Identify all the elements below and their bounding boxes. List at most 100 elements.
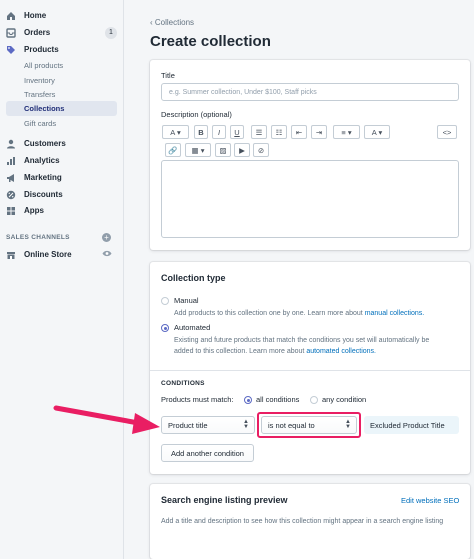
breadcrumb[interactable]: ‹ Collections bbox=[150, 18, 194, 27]
sidebar-item-label: Online Store bbox=[24, 250, 72, 259]
font-icon: A ▾ bbox=[170, 127, 181, 137]
breadcrumb-label: Collections bbox=[154, 18, 195, 27]
underline-icon: U bbox=[234, 127, 240, 137]
apps-icon bbox=[7, 206, 15, 215]
collection-type-heading: Collection type bbox=[161, 273, 226, 283]
bulleted-list-button[interactable]: ☰ bbox=[251, 125, 267, 139]
seo-help: Add a title and description to see how t… bbox=[161, 518, 444, 525]
underline-button[interactable]: U bbox=[230, 125, 244, 139]
all-conditions-radio[interactable] bbox=[244, 396, 252, 404]
sidebar-item-products[interactable]: Products bbox=[6, 42, 117, 57]
eye-icon[interactable] bbox=[102, 250, 112, 257]
sidebar-item-inventory[interactable]: Inventory bbox=[6, 73, 117, 88]
video-icon: ▶ bbox=[239, 145, 245, 155]
add-sales-channel-icon[interactable]: + bbox=[102, 233, 111, 242]
sidebar-item-customers[interactable]: Customers bbox=[6, 136, 117, 151]
add-condition-button[interactable]: Add another condition bbox=[161, 444, 254, 462]
sidebar-item-label: Customers bbox=[24, 139, 66, 148]
sidebar-item-label: Analytics bbox=[24, 156, 60, 165]
sidebar-item-label: Gift cards bbox=[24, 119, 57, 128]
sidebar: Home Orders 1 Products All products Inve… bbox=[0, 0, 124, 559]
annotation-arrow bbox=[53, 405, 160, 434]
bold-button[interactable]: B bbox=[194, 125, 208, 139]
orders-count-badge: 1 bbox=[105, 26, 117, 39]
sidebar-item-analytics[interactable]: Analytics bbox=[6, 153, 117, 168]
sidebar-item-marketing[interactable]: Marketing bbox=[6, 170, 117, 185]
conditions-divider bbox=[150, 370, 470, 371]
show-html-button[interactable]: <> bbox=[437, 125, 457, 139]
match-label: Products must match: bbox=[161, 395, 234, 404]
sidebar-item-transfers[interactable]: Transfers bbox=[6, 87, 117, 102]
insert-table-dropdown[interactable]: ▦ ▾ bbox=[185, 143, 211, 157]
conditions-heading: CONDITIONS bbox=[161, 380, 205, 387]
seo-heading: Search engine listing preview bbox=[161, 495, 288, 505]
clear-formatting-button[interactable]: ⊘ bbox=[253, 143, 269, 157]
sidebar-item-label: Collections bbox=[24, 104, 65, 113]
bold-icon: B bbox=[198, 127, 204, 137]
bar-chart-icon bbox=[7, 156, 15, 165]
sidebar-item-gift-cards[interactable]: Gift cards bbox=[6, 116, 117, 131]
sidebar-item-label: Home bbox=[24, 11, 47, 20]
align-dropdown[interactable]: ≡ ▾ bbox=[333, 125, 360, 139]
any-condition-label: any condition bbox=[322, 395, 367, 404]
sidebar-item-home[interactable]: Home bbox=[6, 8, 117, 23]
sidebar-item-discounts[interactable]: Discounts bbox=[6, 187, 117, 202]
table-icon: ▦ ▾ bbox=[191, 145, 205, 155]
any-condition-radio[interactable] bbox=[310, 396, 318, 404]
sales-channels-label: SALES CHANNELS bbox=[6, 234, 70, 241]
collection-type-card: Collection type Manual Add products to t… bbox=[150, 262, 470, 474]
store-icon bbox=[7, 251, 15, 259]
bullet-list-icon: ☰ bbox=[255, 127, 263, 137]
automated-radio[interactable] bbox=[161, 324, 169, 332]
outdent-button[interactable]: ⇤ bbox=[291, 125, 307, 139]
seo-card: Search engine listing preview Edit websi… bbox=[150, 484, 470, 559]
sidebar-item-label: Discounts bbox=[24, 190, 63, 199]
sidebar-item-label: All products bbox=[24, 61, 64, 70]
condition-field-select[interactable]: Product title ▲ ▼ bbox=[161, 416, 255, 434]
italic-button[interactable]: I bbox=[212, 125, 226, 139]
condition-value-input[interactable]: Excluded Product Title bbox=[364, 416, 459, 434]
description-editor[interactable] bbox=[161, 160, 459, 238]
sidebar-item-online-store[interactable]: Online Store bbox=[6, 247, 117, 262]
sidebar-item-orders[interactable]: Orders 1 bbox=[6, 25, 117, 40]
home-icon bbox=[7, 11, 15, 20]
sidebar-item-label: Transfers bbox=[24, 90, 56, 99]
automated-help: Existing and future products that match … bbox=[174, 335, 429, 357]
font-style-dropdown[interactable]: A ▾ bbox=[162, 125, 189, 139]
sidebar-item-label: Apps bbox=[24, 206, 44, 215]
condition-field-value: Product title bbox=[168, 420, 208, 430]
manual-help-text: Add products to this collection one by o… bbox=[174, 310, 363, 317]
manual-collections-link[interactable]: manual collections. bbox=[365, 310, 425, 317]
description-label: Description (optional) bbox=[161, 110, 232, 119]
numbered-list-button[interactable]: ☷ bbox=[271, 125, 287, 139]
insert-video-button[interactable]: ▶ bbox=[234, 143, 250, 157]
manual-label: Manual bbox=[174, 296, 199, 305]
insert-image-button[interactable]: ▨ bbox=[215, 143, 231, 157]
all-conditions-label: all conditions bbox=[256, 395, 300, 404]
automated-collections-link[interactable]: automated collections. bbox=[306, 348, 376, 355]
person-icon bbox=[7, 139, 15, 148]
numbered-list-icon: ☷ bbox=[275, 127, 283, 137]
tag-icon bbox=[7, 45, 15, 54]
insert-link-button[interactable]: 🔗 bbox=[165, 143, 181, 157]
title-input[interactable]: e.g. Summer collection, Under $100, Staf… bbox=[161, 83, 459, 101]
sidebar-item-label: Inventory bbox=[24, 76, 55, 85]
sidebar-item-all-products[interactable]: All products bbox=[6, 58, 117, 73]
text-color-dropdown[interactable]: A ▾ bbox=[364, 125, 390, 139]
sidebar-item-label: Marketing bbox=[24, 173, 62, 182]
automated-help-text: added to this collection. Learn more abo… bbox=[174, 348, 305, 355]
sidebar-item-collections[interactable]: Collections bbox=[6, 101, 117, 116]
manual-radio[interactable] bbox=[161, 297, 169, 305]
image-icon: ▨ bbox=[219, 145, 227, 155]
orders-icon bbox=[6, 27, 16, 38]
title-label: Title bbox=[161, 71, 175, 80]
sidebar-item-apps[interactable]: Apps bbox=[6, 203, 117, 218]
discount-icon bbox=[6, 190, 16, 199]
sidebar-item-label: Products bbox=[24, 45, 59, 54]
manual-help: Add products to this collection one by o… bbox=[174, 308, 424, 319]
indent-button[interactable]: ⇥ bbox=[311, 125, 327, 139]
automated-label: Automated bbox=[174, 323, 211, 332]
italic-icon: I bbox=[217, 127, 221, 137]
edit-seo-link[interactable]: Edit website SEO bbox=[401, 496, 459, 505]
code-icon: <> bbox=[442, 127, 452, 137]
